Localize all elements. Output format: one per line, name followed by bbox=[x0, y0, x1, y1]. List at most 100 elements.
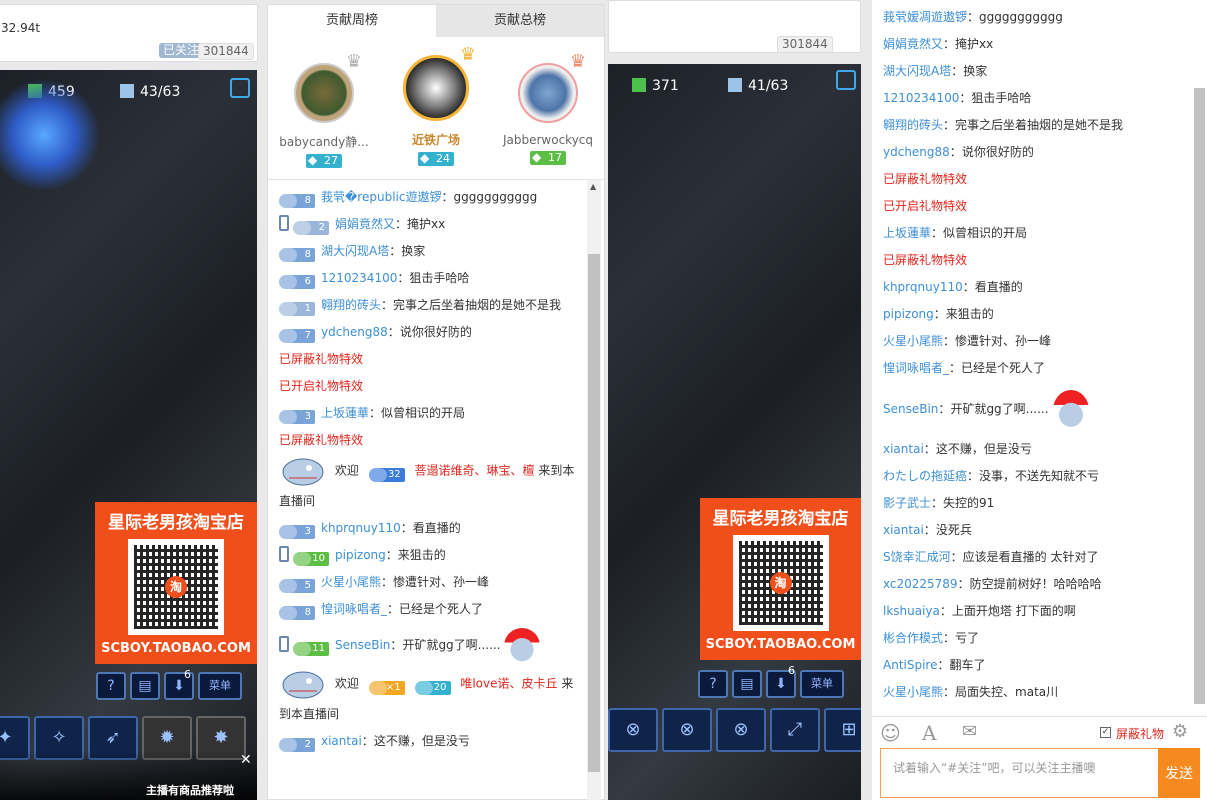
chat-message: 5 火星小尾熊：惨遭针对、孙一峰 bbox=[279, 569, 585, 596]
fullscreen-icon[interactable] bbox=[836, 70, 856, 90]
top-contributor-2[interactable]: ♛ babycandy静... 27 bbox=[274, 51, 374, 179]
shark-avatar-icon bbox=[279, 454, 327, 488]
chat-nick[interactable]: 娟娟竟然又 bbox=[883, 37, 943, 51]
chat-nick[interactable]: わたしの拖延癌 bbox=[883, 469, 967, 483]
tab-total-rank[interactable]: 贡献总榜 bbox=[436, 5, 604, 37]
shield-gift-checkbox[interactable]: ✓ bbox=[1100, 727, 1111, 738]
chat-nick[interactable]: 上坂蓮華 bbox=[321, 406, 369, 420]
chat-nick[interactable]: khprqnuy110 bbox=[883, 280, 963, 294]
welcome-message: 欢迎 32 菩遢诺维奇、琳宝、檀 来到本直播间 bbox=[279, 454, 585, 515]
chat-nick[interactable]: 湖大闪现A塔 bbox=[883, 64, 951, 78]
crystal-cluster bbox=[0, 80, 110, 190]
close-icon[interactable]: ✕ bbox=[240, 752, 252, 768]
send-button[interactable]: 发送 bbox=[1158, 748, 1200, 798]
chat-message: 已屏蔽礼物特效 bbox=[279, 427, 585, 454]
skill-slot: ⊗ bbox=[662, 708, 712, 752]
welcome-names[interactable]: 菩遢诺维奇、琳宝、檀 bbox=[415, 464, 535, 478]
chat-message: 已屏蔽礼物特效 bbox=[883, 166, 1193, 193]
user-level-badge: 11 bbox=[293, 642, 329, 656]
right-chat-list[interactable]: 莪茕嫒凋遊遨锣：ggggggggggg 娟娟竟然又：掩护xx 湖大闪现A塔：换家 12… bbox=[883, 4, 1193, 714]
right-skill-bar: ⊗ ⊗ ⊗ ⤢ ⊞ bbox=[608, 708, 861, 752]
user-level-badge: 2 bbox=[293, 221, 329, 235]
right-supply: 41/63 bbox=[728, 76, 788, 96]
chat-nick[interactable]: 火星小尾熊 bbox=[321, 575, 381, 589]
chat-nick[interactable]: 翱翔的砖头 bbox=[321, 298, 381, 312]
right-minerals-value: 371 bbox=[652, 78, 679, 94]
chat-nick[interactable]: 湖大闪现A塔 bbox=[321, 244, 389, 258]
chat-text: 失控的91 bbox=[943, 496, 995, 510]
chat-nick[interactable]: S饶幸汇成河 bbox=[883, 550, 951, 564]
chat-nick[interactable]: khprqnuy110 bbox=[321, 521, 401, 535]
left-hud-buttons: ? ▤ ⬇ 菜单 bbox=[96, 672, 242, 700]
settings-gear-icon[interactable]: ⚙ bbox=[1172, 721, 1188, 742]
left-game-view[interactable]: 459 43/63 星际老男孩淘宝店 淘 SCBOY.TAOBAO.COM ? … bbox=[0, 70, 257, 800]
avatar[interactable]: ♛ bbox=[518, 51, 586, 123]
mid-chat-scroll-thumb[interactable] bbox=[588, 254, 600, 772]
chat-nick[interactable]: 惶词咏唱者_ bbox=[321, 602, 387, 616]
chat-nick[interactable]: xc20225789 bbox=[883, 577, 958, 591]
chat-nick[interactable]: 惶词咏唱者_ bbox=[883, 361, 949, 375]
scroll-up-icon[interactable]: ▲ bbox=[590, 182, 596, 191]
chat-text: 看直播的 bbox=[974, 280, 1023, 294]
chat-nick[interactable]: xiantai bbox=[321, 734, 362, 748]
follow-badge[interactable]: 已关注 bbox=[159, 43, 204, 58]
right-game-view[interactable]: 371 41/63 星际老男孩淘宝店 淘 SCBOY.TAOBAO.COM ? … bbox=[608, 64, 861, 800]
chat-nick[interactable]: ydcheng88 bbox=[883, 145, 950, 159]
chat-text: 这不赚，但是没亏 bbox=[373, 734, 470, 748]
chat-nick[interactable]: pipizong bbox=[883, 307, 934, 321]
chat-nick[interactable]: 翱翔的砖头 bbox=[883, 118, 943, 132]
hud-menu: 菜单 bbox=[800, 670, 844, 698]
user-level-badge: 2 bbox=[279, 738, 315, 752]
top-contributor-1[interactable]: ♛ 近铁广场 24 bbox=[386, 44, 486, 179]
top-contributor-name: Jabberwockycq bbox=[502, 133, 594, 147]
chat-text: 亏了 bbox=[955, 631, 980, 645]
avatar[interactable]: ♛ bbox=[403, 44, 476, 121]
chat-nick[interactable]: 莪茕�republic遊遨锣 bbox=[321, 190, 441, 204]
left-stream-header: 32.94t 已关注 301844 bbox=[0, 4, 258, 62]
chat-nick[interactable]: xiantai bbox=[883, 523, 924, 537]
message-icon[interactable]: ✉ bbox=[962, 721, 977, 742]
chat-message: 2 娟娟竟然又：掩护xx bbox=[279, 211, 585, 238]
chat-text: 完事之后坐着抽烟的是她不是我 bbox=[393, 298, 562, 312]
emoji-icon[interactable]: ☺ bbox=[880, 721, 901, 745]
shield-gift-label[interactable]: 屏蔽礼物 bbox=[1116, 725, 1164, 742]
chat-nick[interactable]: 影子武士 bbox=[883, 496, 931, 510]
chat-nick[interactable]: 1210234100 bbox=[883, 91, 959, 105]
chat-message: 火星小尾熊：局面失控、mata川 bbox=[883, 685, 1059, 699]
chat-nick[interactable]: SenseBin bbox=[335, 638, 390, 652]
chat-nick[interactable]: 1210234100 bbox=[321, 271, 397, 285]
mid-chat-list[interactable]: 8 莪茕�republic遊遨锣：ggggggggggg 2 娟娟竟然又：掩护xx 8 湖… bbox=[279, 184, 585, 800]
chat-nick[interactable]: 娟娟竟然又 bbox=[335, 217, 395, 231]
left-promo-banner[interactable]: 星际老男孩淘宝店 淘 SCBOY.TAOBAO.COM bbox=[95, 502, 257, 664]
chat-nick[interactable]: 彬合作模式 bbox=[883, 631, 943, 645]
chat-nick[interactable]: lkshuaiya bbox=[883, 604, 940, 618]
chat-input[interactable]: 试着输入“#关注”吧，可以关注主播噢 bbox=[880, 748, 1159, 798]
chat-nick[interactable]: AntiSpire bbox=[883, 658, 937, 672]
skill-slot: ⊗ bbox=[608, 708, 658, 752]
chat-nick[interactable]: 上坂蓮華 bbox=[883, 226, 931, 240]
top-contributor-3[interactable]: ♛ Jabberwockycq 17 bbox=[498, 51, 598, 179]
chat-nick[interactable]: xiantai bbox=[883, 442, 924, 456]
chat-text: 开矿就gg了啊...... bbox=[950, 402, 1049, 416]
avatar[interactable]: ♛ bbox=[294, 51, 362, 123]
hud-count: 6 bbox=[788, 664, 795, 677]
mobile-icon bbox=[279, 215, 289, 231]
chat-message: pipizong：来狙击的 bbox=[883, 307, 994, 321]
chat-nick[interactable]: 火星小尾熊 bbox=[883, 685, 943, 699]
chat-nick[interactable]: SenseBin bbox=[883, 402, 938, 416]
chat-nick[interactable]: 火星小尾熊 bbox=[883, 334, 943, 348]
chat-nick[interactable]: ydcheng88 bbox=[321, 325, 388, 339]
chat-nick[interactable]: 莪茕嫒凋遊遨锣 bbox=[883, 10, 967, 24]
chat-message: 火星小尾熊：惨遭针对、孙一峰 bbox=[883, 334, 1052, 348]
welcome-names[interactable]: 唯love诺、皮卡丘 bbox=[460, 677, 557, 691]
right-promo-banner[interactable]: 星际老男孩淘宝店 淘 SCBOY.TAOBAO.COM bbox=[700, 498, 861, 660]
chat-nick[interactable]: pipizong bbox=[335, 548, 386, 562]
right-promo-title: 星际老男孩淘宝店 bbox=[712, 509, 849, 529]
tab-weekly-rank[interactable]: 贡献周榜 bbox=[268, 5, 436, 37]
recommend-bar[interactable]: ✕ 主播有商品推荐啦 bbox=[0, 750, 257, 800]
right-chat-scroll-thumb[interactable] bbox=[1194, 88, 1205, 704]
font-icon[interactable]: A bbox=[922, 721, 936, 745]
fullscreen-icon[interactable] bbox=[230, 78, 250, 98]
chat-message: 已开启礼物特效 bbox=[883, 193, 1193, 220]
chat-toolbar: ☺ A ✉ ✓ 屏蔽礼物 ⚙ bbox=[872, 716, 1207, 748]
